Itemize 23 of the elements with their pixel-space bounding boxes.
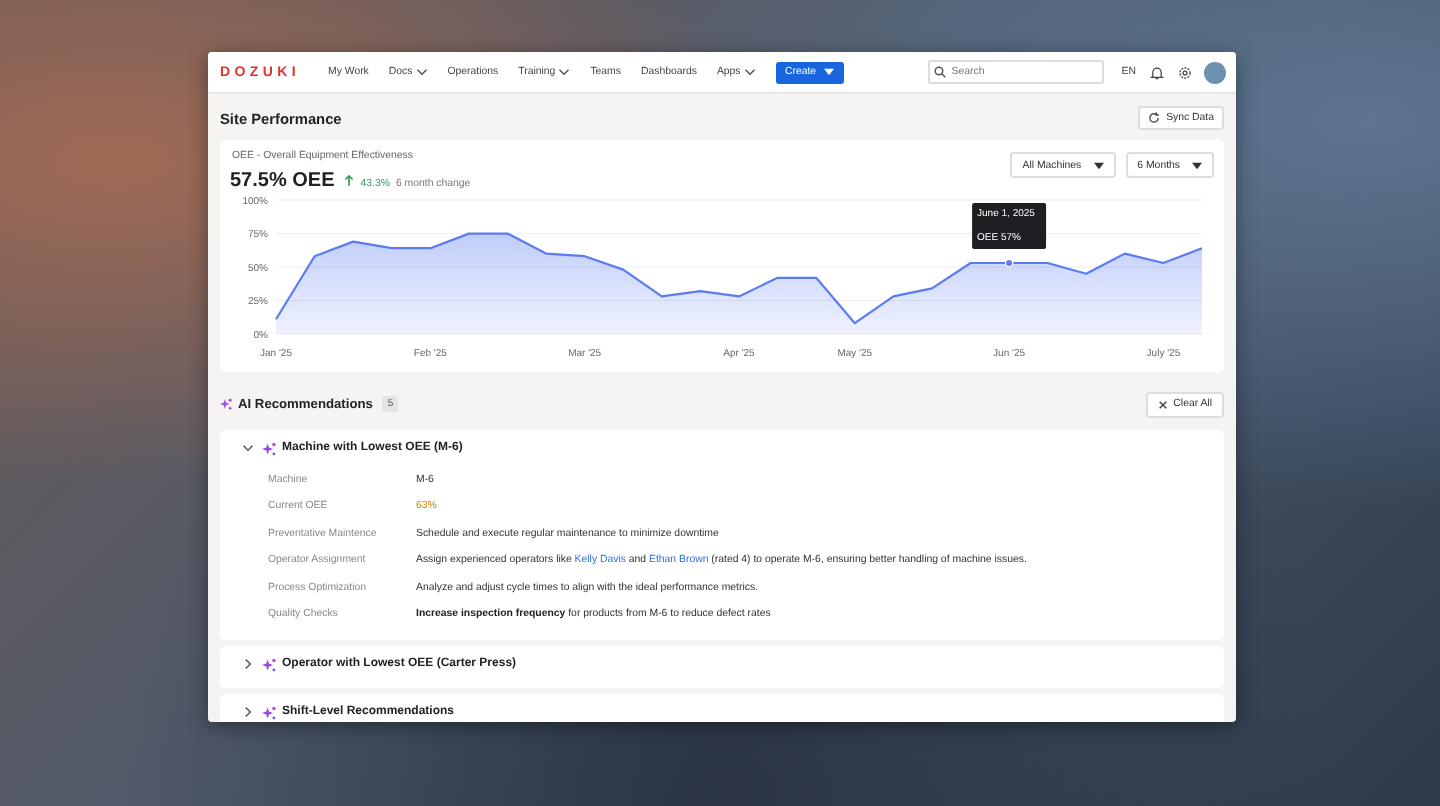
oee-metric: 57.5% OEE (230, 170, 335, 192)
close-icon (1157, 399, 1168, 409)
chevron-down-icon[interactable] (558, 66, 571, 78)
chevron-right-icon[interactable] (242, 706, 254, 718)
tooltip-background (972, 203, 1047, 249)
caret-icon (1093, 161, 1104, 169)
bell-icon[interactable] (1150, 65, 1164, 79)
refresh-icon (1148, 112, 1161, 124)
data-point[interactable] (1004, 258, 1014, 268)
caret-icon (824, 68, 835, 76)
sparkle-icon (262, 705, 276, 719)
chevron-down-icon[interactable] (743, 66, 756, 78)
settings-icon[interactable] (1178, 65, 1192, 79)
chevron-down-icon[interactable] (242, 442, 254, 454)
chevron-right-icon[interactable] (242, 658, 254, 670)
caret-icon (1192, 161, 1202, 169)
sparkle-icon (220, 398, 232, 410)
search-icon (933, 66, 946, 78)
chevron-down-icon[interactable] (415, 66, 428, 78)
arrow-up-icon (344, 174, 355, 186)
sparkle-icon (262, 657, 276, 671)
sparkle-icon (262, 441, 276, 455)
avatar[interactable] (1204, 61, 1226, 83)
